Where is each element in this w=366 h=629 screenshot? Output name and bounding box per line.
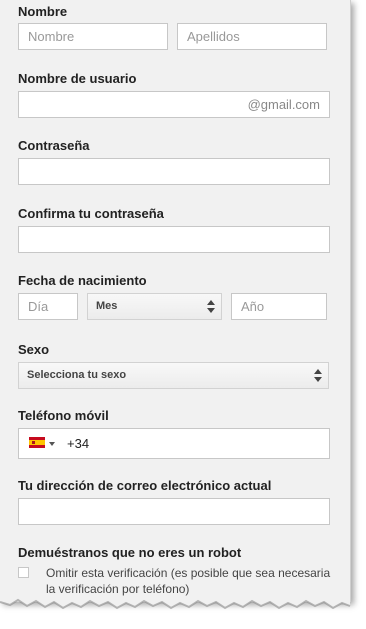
torn-edge-decoration [0,596,351,610]
gender-label: Sexo [18,342,50,357]
first-name-input[interactable]: Nombre [18,23,168,50]
birth-month-value: Mes [96,300,118,312]
username-input[interactable]: @gmail.com [18,91,330,118]
dial-code: +34 [67,436,90,451]
gmail-suffix: @gmail.com [247,97,320,112]
birthdate-label: Fecha de nacimiento [18,273,147,288]
phone-input[interactable]: +34 [18,428,330,459]
password-label: Contraseña [18,138,90,153]
password-input[interactable] [18,158,330,185]
robot-label: Demuéstranos que no eres un robot [18,545,242,560]
birth-day-input[interactable]: Día [18,293,78,320]
gender-select[interactable]: Selecciona tu sexo [18,362,329,389]
skip-verification-text: Omitir esta verificación (es posible que… [46,566,331,596]
phone-label: Teléfono móvil [18,408,109,423]
current-email-input[interactable] [18,498,330,525]
signup-form-panel: Nombre Nombre Apellidos Nombre de usuari… [0,0,351,602]
last-name-input[interactable]: Apellidos [177,23,327,50]
spain-flag-icon [29,437,45,448]
username-label: Nombre de usuario [18,71,137,86]
updown-arrows-icon [314,369,322,382]
birth-year-input[interactable]: Año [231,293,327,320]
confirm-password-label: Confirma tu contraseña [18,206,164,221]
skip-verification-checkbox[interactable] [18,567,29,578]
country-dropdown-icon[interactable] [49,442,55,446]
birth-month-select[interactable]: Mes [87,293,222,320]
gender-select-value: Selecciona tu sexo [27,369,127,381]
current-email-label: Tu dirección de correo electrónico actua… [18,478,272,493]
confirm-password-input[interactable] [18,226,330,253]
name-label: Nombre [18,4,68,19]
updown-arrows-icon [207,300,215,313]
